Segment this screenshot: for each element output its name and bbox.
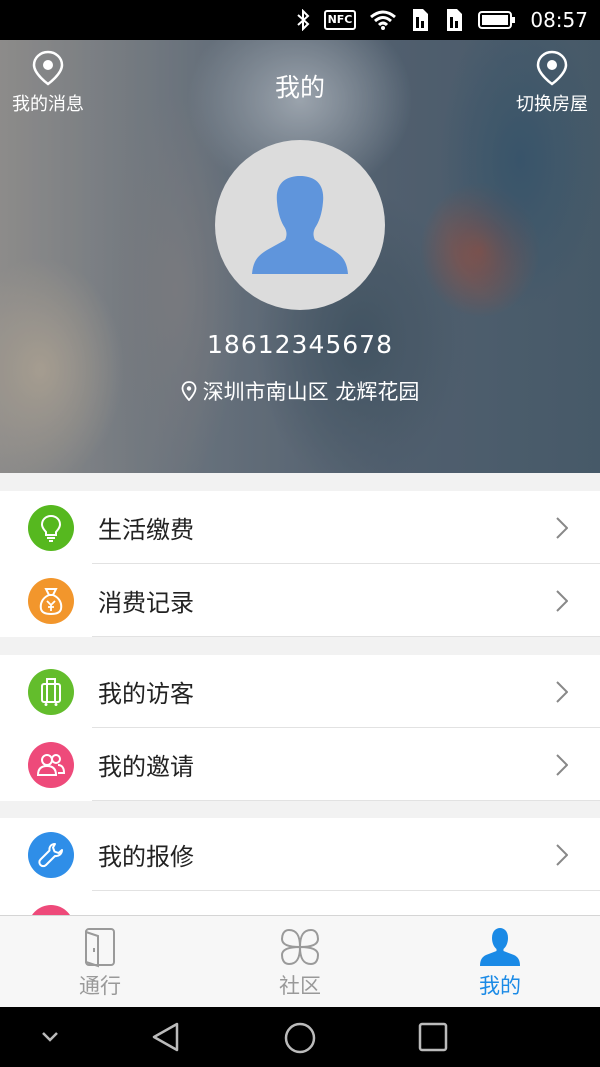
back-icon[interactable]	[150, 1021, 182, 1053]
location-pin-icon	[536, 50, 568, 86]
bluetooth-icon	[296, 9, 310, 31]
switch-house-button[interactable]: 切换房屋	[502, 50, 600, 116]
chevron-right-icon	[556, 590, 568, 612]
user-icon	[480, 928, 520, 966]
user-phone: 18612345678	[207, 330, 393, 359]
default-user-icon	[252, 176, 348, 274]
location-pin-small-icon	[181, 381, 197, 402]
menu-item-label: 生活缴费	[98, 516, 194, 544]
menu-group-billing: 生活缴费 消费记录	[0, 491, 600, 637]
menu-item-consumption-records[interactable]: 消费记录	[0, 564, 600, 637]
wifi-icon	[370, 10, 397, 30]
menu-item-label: 我的访客	[98, 680, 194, 708]
chevron-down-icon[interactable]	[40, 1031, 60, 1043]
home-icon[interactable]	[283, 1021, 317, 1055]
profile-header: 我的消息 我的 切换房屋 18612345678 深圳市南山区 龙辉花园	[0, 40, 600, 473]
nfc-icon: NFC	[323, 10, 357, 30]
community-icon	[280, 928, 320, 966]
tab-label: 我的	[479, 974, 521, 998]
tab-access[interactable]: 通行	[0, 916, 200, 1007]
chevron-right-icon	[556, 754, 568, 776]
menu-item-my-repairs[interactable]: 我的报修	[0, 818, 600, 891]
status-bar: NFC 08:57	[0, 0, 600, 40]
people-icon	[28, 741, 74, 788]
menu-item-label: 我的邀请	[98, 753, 194, 781]
system-nav-bar	[0, 1007, 600, 1067]
tab-community[interactable]: 社区	[200, 916, 400, 1007]
menu-item-label: 消费记录	[98, 589, 194, 617]
tab-label: 社区	[279, 974, 321, 998]
lightbulb-icon	[28, 504, 74, 551]
avatar[interactable]	[215, 140, 385, 310]
menu-group-repairs: 我的报修	[0, 818, 600, 915]
menu-item-my-invitations[interactable]: 我的邀请	[0, 728, 600, 801]
menu-item-label: 我的报修	[98, 843, 194, 871]
tab-label: 通行	[79, 974, 121, 998]
sim1-signal-icon	[413, 9, 429, 31]
menu-group-visitors: 我的访客 我的邀请	[0, 655, 600, 801]
menu-item-my-visitors[interactable]: 我的访客	[0, 655, 600, 728]
bottom-tab-bar: 通行 社区 我的	[0, 915, 600, 1007]
tab-mine[interactable]: 我的	[400, 916, 600, 1007]
sim2-signal-icon	[447, 9, 463, 31]
address-text: 深圳市南山区 龙辉花园	[202, 380, 420, 404]
door-icon	[85, 928, 115, 968]
chevron-right-icon	[556, 844, 568, 866]
menu-item-partial[interactable]	[0, 891, 600, 915]
partial-menu-icon	[28, 904, 74, 915]
money-bag-icon	[28, 577, 74, 624]
chevron-right-icon	[556, 681, 568, 703]
wrench-icon	[28, 831, 74, 878]
luggage-icon	[28, 668, 74, 715]
recent-apps-icon[interactable]	[418, 1022, 448, 1052]
battery-icon	[478, 11, 516, 29]
menu-item-life-payment[interactable]: 生活缴费	[0, 491, 600, 564]
clock: 08:57	[530, 8, 588, 32]
switch-house-label: 切换房屋	[516, 94, 588, 115]
user-address: 深圳市南山区 龙辉花园	[0, 376, 600, 406]
chevron-right-icon	[556, 517, 568, 539]
